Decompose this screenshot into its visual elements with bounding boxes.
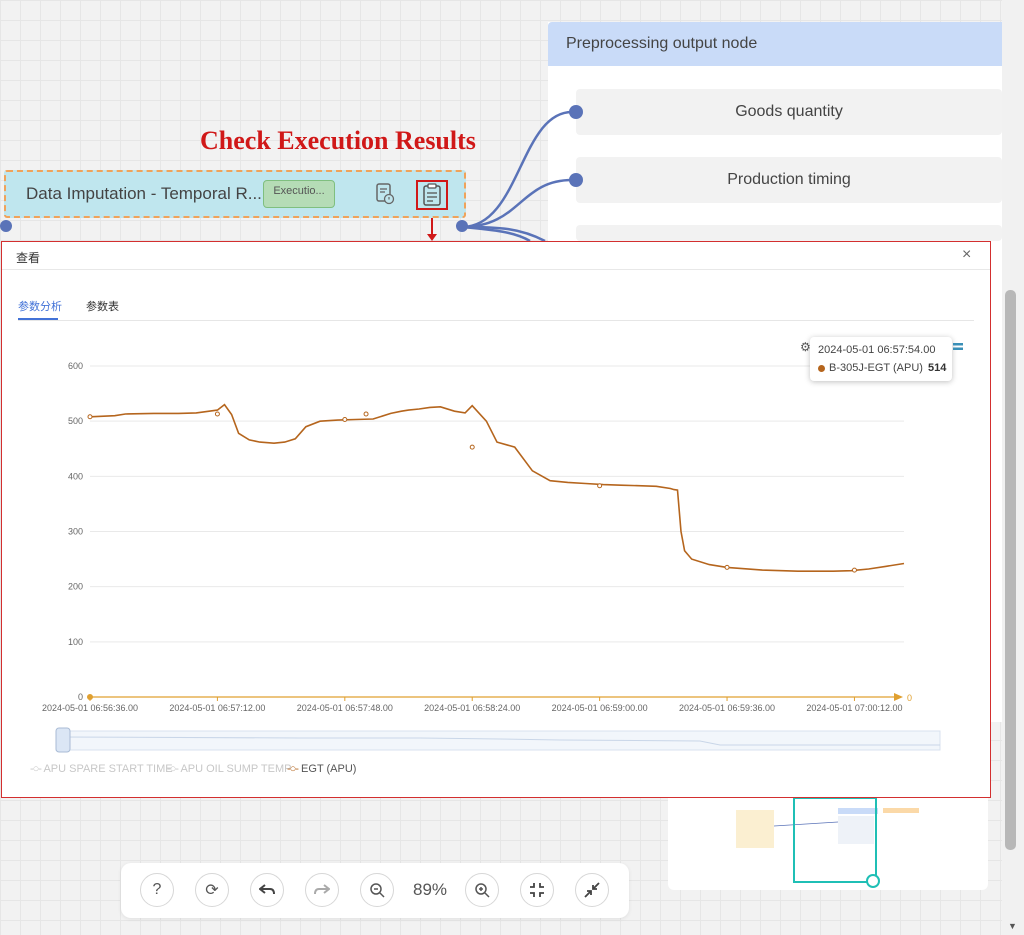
x-tick-label: 2024-05-01 06:56:36.00 [42, 703, 138, 713]
x-tick-label: 2024-05-01 06:57:48.00 [297, 703, 393, 713]
collapse-button[interactable] [575, 873, 609, 907]
zoom-out-button[interactable] [360, 873, 394, 907]
redo-button[interactable] [305, 873, 339, 907]
y-tick-label: 400 [68, 471, 83, 481]
dialog-title: 查看 [16, 251, 41, 265]
undo-button[interactable] [250, 873, 284, 907]
y-tick-label: 100 [68, 637, 83, 647]
divider [2, 269, 990, 270]
zoom-handle[interactable] [55, 727, 71, 753]
x-axis-end-label: 0 [907, 693, 912, 703]
annotation-label: Check Execution Results [200, 126, 476, 155]
data-point[interactable] [87, 414, 93, 420]
x-tick-label: 2024-05-01 06:59:36.00 [679, 703, 775, 713]
y-tick-label: 600 [68, 361, 83, 371]
scrollbar-thumb[interactable] [1005, 290, 1016, 850]
data-point[interactable] [342, 417, 348, 423]
tab-parameter-analysis[interactable]: 参数分析 [18, 298, 62, 314]
menu-icon[interactable] [953, 343, 963, 351]
y-tick-label: 300 [68, 527, 83, 537]
line-chart[interactable]: 0 100 200 300 400 500 600 2024-05-01 06:56:36.… [0, 340, 1000, 800]
zoom-in-button[interactable] [465, 873, 499, 907]
divider [18, 320, 974, 321]
tooltip-value: 514 [928, 362, 947, 374]
help-button[interactable]: ? [140, 873, 174, 907]
data-zoom-slider[interactable] [55, 730, 941, 751]
fit-view-button[interactable] [520, 873, 554, 907]
data-point[interactable] [724, 564, 730, 570]
zoom-level: 89% [412, 880, 448, 899]
clipboard-icon [423, 183, 441, 206]
data-point[interactable] [214, 411, 220, 417]
x-tick-label: 2024-05-01 06:57:12.00 [169, 703, 265, 713]
y-tick-label: 200 [68, 582, 83, 592]
tooltip-time: 2024-05-01 06:57:54.00 [818, 344, 936, 356]
tooltip-series-name: B-305J-EGT (APU) [829, 362, 923, 374]
collapse-icon [584, 882, 600, 898]
x-tick-label: 2024-05-01 07:00:12.00 [806, 703, 902, 713]
legend-item-apu-oil-sump-temp[interactable]: -○- APU OIL SUMP TEMP [167, 763, 292, 775]
data-point[interactable] [597, 483, 603, 489]
x-tick-label: 2024-05-01 06:58:24.00 [424, 703, 520, 713]
x-axis-arrow-icon [894, 693, 903, 701]
zoom-in-icon [475, 883, 490, 898]
node-input-port[interactable] [0, 220, 12, 232]
x-tick-label: 2024-05-01 06:59:00.00 [552, 703, 648, 713]
refresh-icon: ⟳ [205, 882, 219, 899]
redo-icon [314, 884, 330, 895]
tab-parameter-table[interactable]: 参数表 [86, 298, 119, 314]
series-color-dot [818, 365, 825, 372]
series-zero-point [87, 694, 93, 700]
help-icon: ? [152, 881, 162, 898]
zoom-out-icon [370, 883, 385, 898]
egt-series-line [89, 403, 905, 572]
data-point[interactable] [363, 411, 369, 417]
legend-item-egt-apu[interactable]: -○- EGT (APU) [287, 763, 356, 775]
data-point[interactable] [851, 567, 857, 573]
log-document-icon[interactable] [374, 182, 396, 206]
undo-icon [259, 884, 275, 895]
close-icon[interactable]: × [962, 246, 971, 264]
fit-view-icon [530, 883, 544, 897]
node-title: Data Imputation - Temporal R... [26, 184, 262, 203]
refresh-button[interactable]: ⟳ [195, 873, 229, 907]
y-tick-label: 0 [78, 692, 83, 702]
scroll-down-arrow-icon[interactable]: ▼ [1008, 921, 1017, 931]
data-point[interactable] [469, 444, 475, 450]
legend-item-apu-spare-start-time[interactable]: -○- APU SPARE START TIME [30, 763, 173, 775]
connection-edges [461, 110, 573, 243]
view-results-button[interactable] [416, 180, 448, 210]
y-tick-label: 500 [68, 416, 83, 426]
execution-status-badge: Executio... [263, 180, 335, 208]
node-output-port[interactable] [456, 220, 468, 232]
